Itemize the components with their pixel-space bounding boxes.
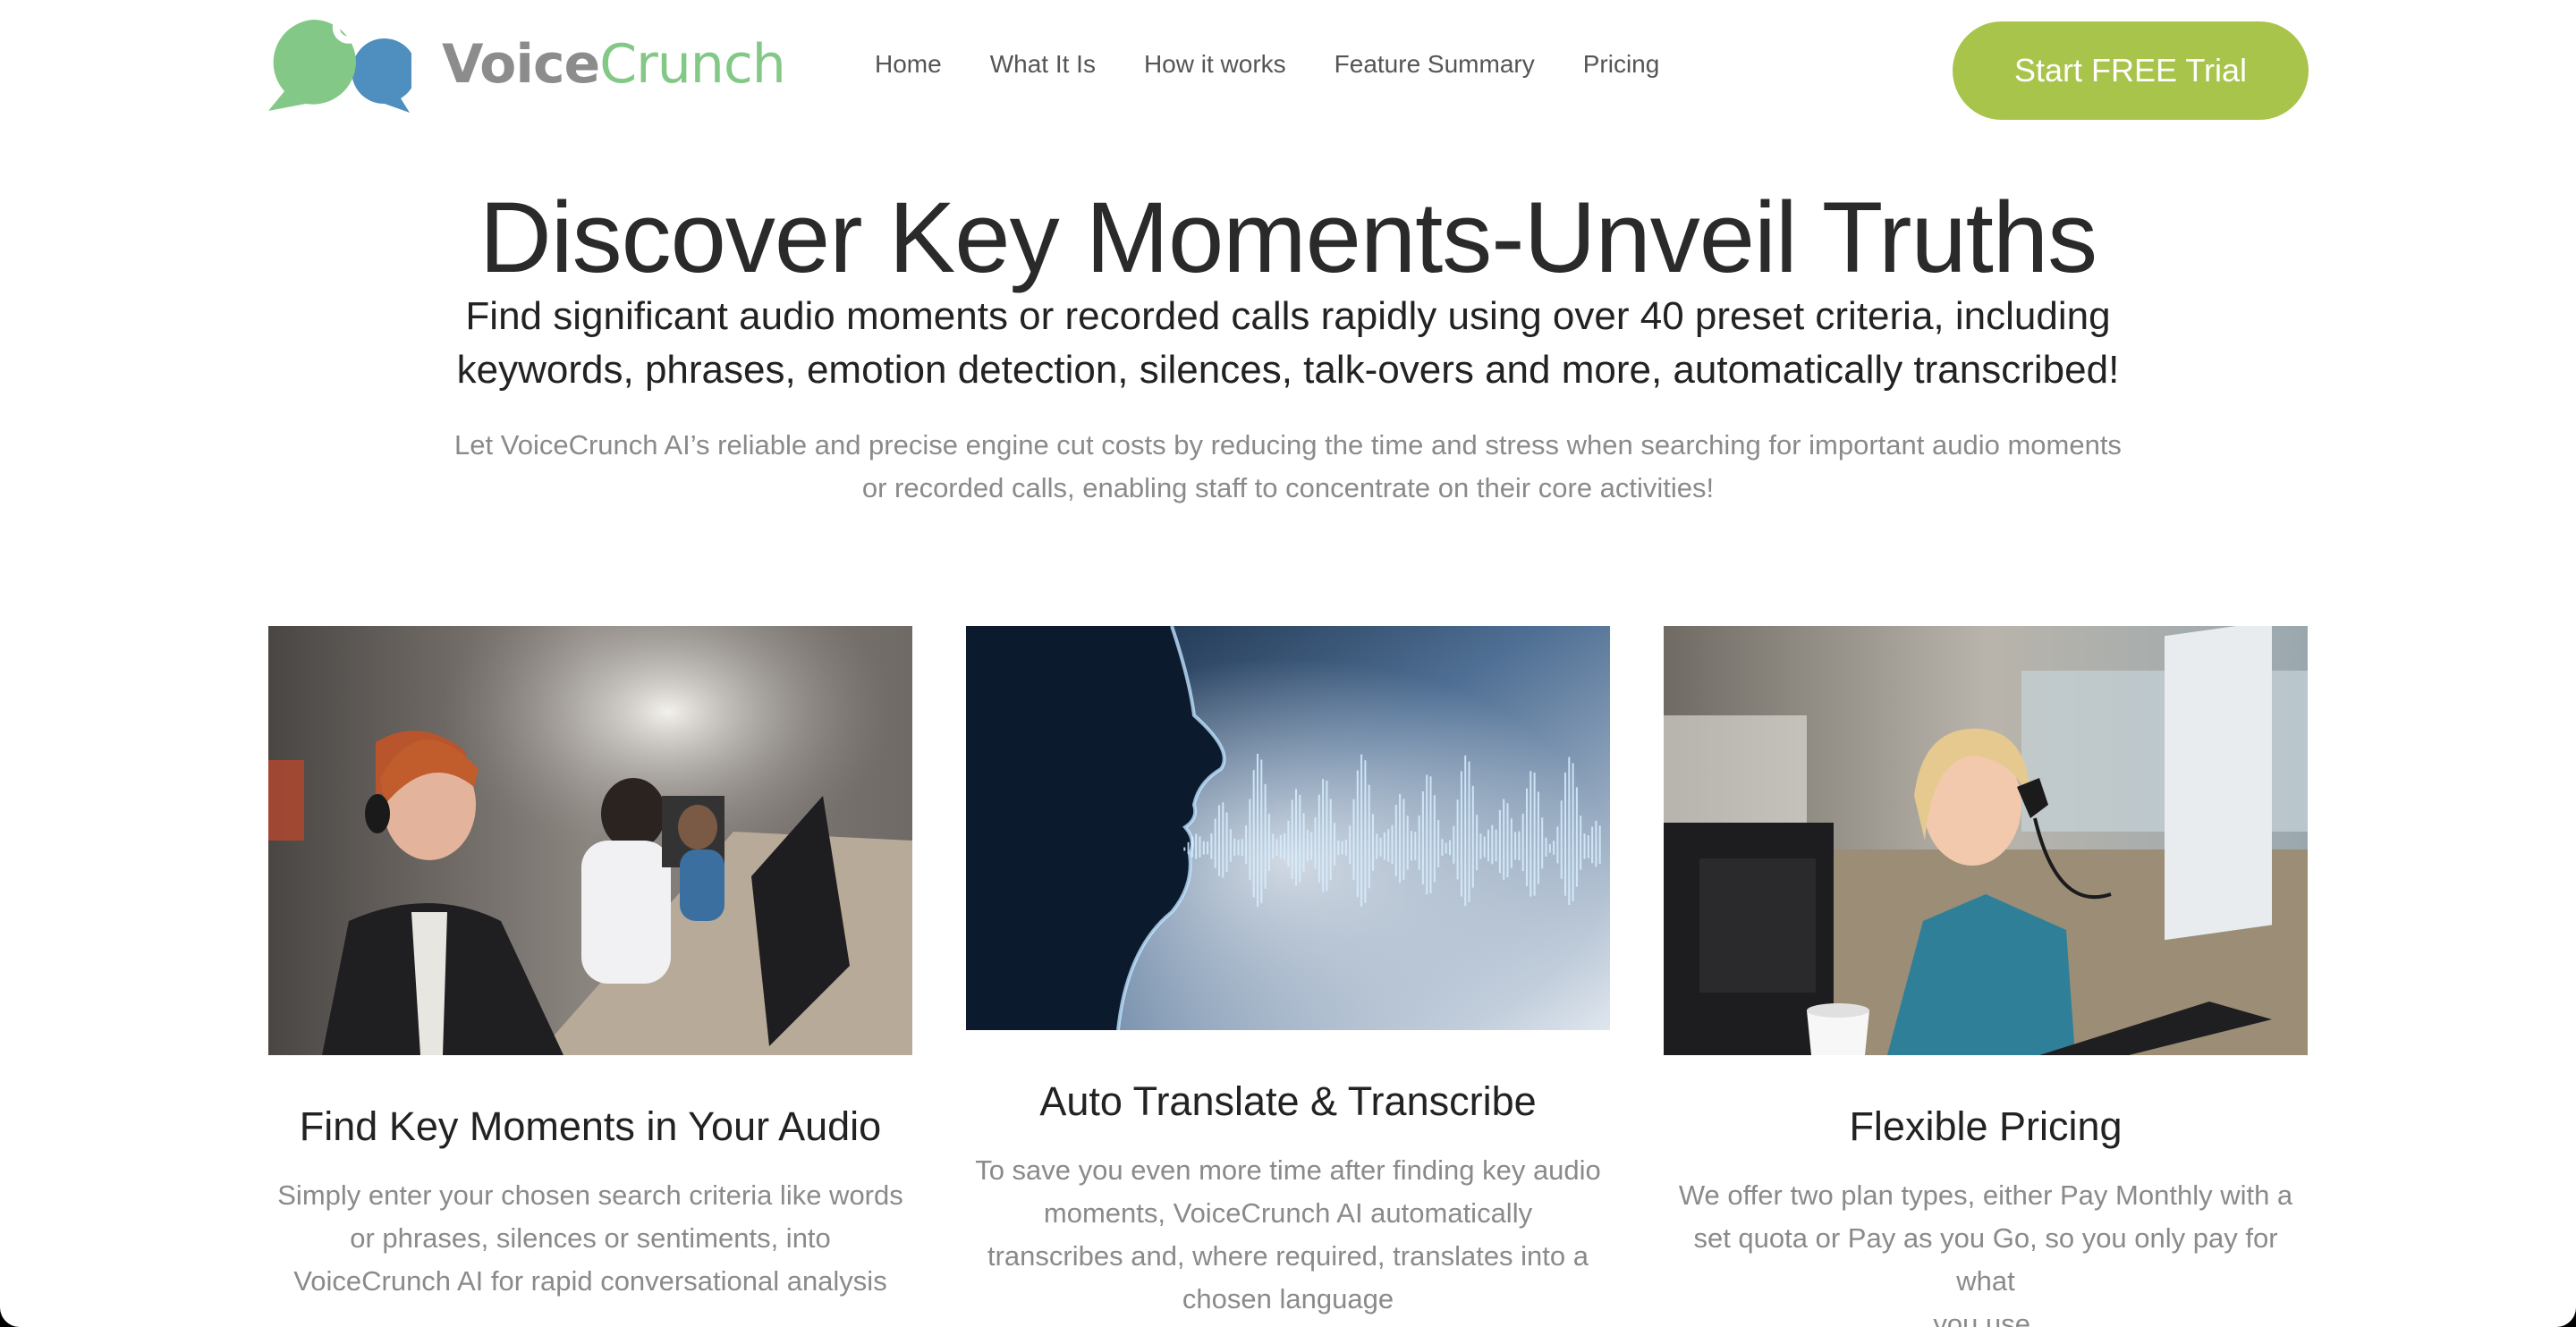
nav-how-it-works[interactable]: How it works	[1144, 50, 1286, 79]
hero-subtitle: Find significant audio moments or record…	[438, 290, 2138, 397]
card-description-line: or phrases, silences or sentiments, into	[350, 1222, 831, 1254]
hero-description-line: or recorded calls, enabling staff to con…	[861, 472, 1715, 503]
card-description-line: chosen language	[1182, 1283, 1394, 1314]
card-description-line: VoiceCrunch AI for rapid conversational …	[293, 1265, 887, 1297]
hero-subtitle-line: Find significant audio moments or record…	[465, 294, 2111, 338]
card-description-line: you use.	[1933, 1308, 2038, 1327]
hero-description-line: Let VoiceCrunch AI’s reliable and precis…	[454, 429, 2122, 461]
speech-bubbles-logo-icon	[268, 20, 411, 113]
card-description: Simply enter your chosen search criteria…	[268, 1174, 912, 1303]
feature-card-pricing: Flexible Pricing We offer two plan types…	[1664, 626, 2308, 1327]
nav-pricing[interactable]: Pricing	[1583, 50, 1660, 79]
card-description-line: moments, VoiceCrunch AI automatically	[1043, 1197, 1533, 1229]
card-description: To save you even more time after finding…	[966, 1149, 1610, 1321]
hero-description: Let VoiceCrunch AI’s reliable and precis…	[429, 424, 2147, 510]
feature-card-translate: Auto Translate & Transcribe To save you …	[966, 626, 1610, 1321]
card-description: We offer two plan types, either Pay Mont…	[1664, 1174, 2308, 1327]
card-description-line: transcribes and, where required, transla…	[987, 1240, 1589, 1272]
card-title: Auto Translate & Transcribe	[1039, 1078, 1537, 1124]
logo[interactable]: VoiceCrunch	[267, 16, 786, 113]
card-description-line: We offer two plan types, either Pay Mont…	[1678, 1179, 2293, 1211]
voice-waveform-image	[966, 626, 1610, 1030]
page: VoiceCrunch Home What It Is How it works…	[0, 0, 2576, 1327]
start-free-trial-button[interactable]: Start FREE Trial	[1953, 21, 2309, 120]
call-center-agent-photo	[268, 626, 912, 1055]
feature-card-key-moments: Find Key Moments in Your Audio Simply en…	[268, 626, 912, 1303]
card-description-line: Simply enter your chosen search criteria…	[277, 1179, 903, 1211]
nav-what-it-is[interactable]: What It Is	[990, 50, 1096, 79]
hero-title: Discover Key Moments-Unveil Truths	[479, 182, 2097, 293]
card-description-line: To save you even more time after finding…	[975, 1154, 1601, 1186]
card-title: Find Key Moments in Your Audio	[299, 1103, 882, 1149]
main-nav: Home What It Is How it works Feature Sum…	[875, 50, 1707, 79]
card-description-line: set quota or Pay as you Go, so you only …	[1693, 1222, 2278, 1297]
logo-text-voice: Voice	[442, 33, 600, 96]
card-title: Flexible Pricing	[1849, 1103, 2123, 1149]
logo-text-crunch: Crunch	[599, 33, 786, 96]
woman-on-phone-photo	[1664, 626, 2308, 1055]
hero-subtitle-line: keywords, phrases, emotion detection, si…	[456, 348, 2120, 392]
nav-home[interactable]: Home	[875, 50, 942, 79]
nav-feature-summary[interactable]: Feature Summary	[1335, 50, 1535, 79]
logo-wordmark: VoiceCrunch	[442, 33, 786, 96]
